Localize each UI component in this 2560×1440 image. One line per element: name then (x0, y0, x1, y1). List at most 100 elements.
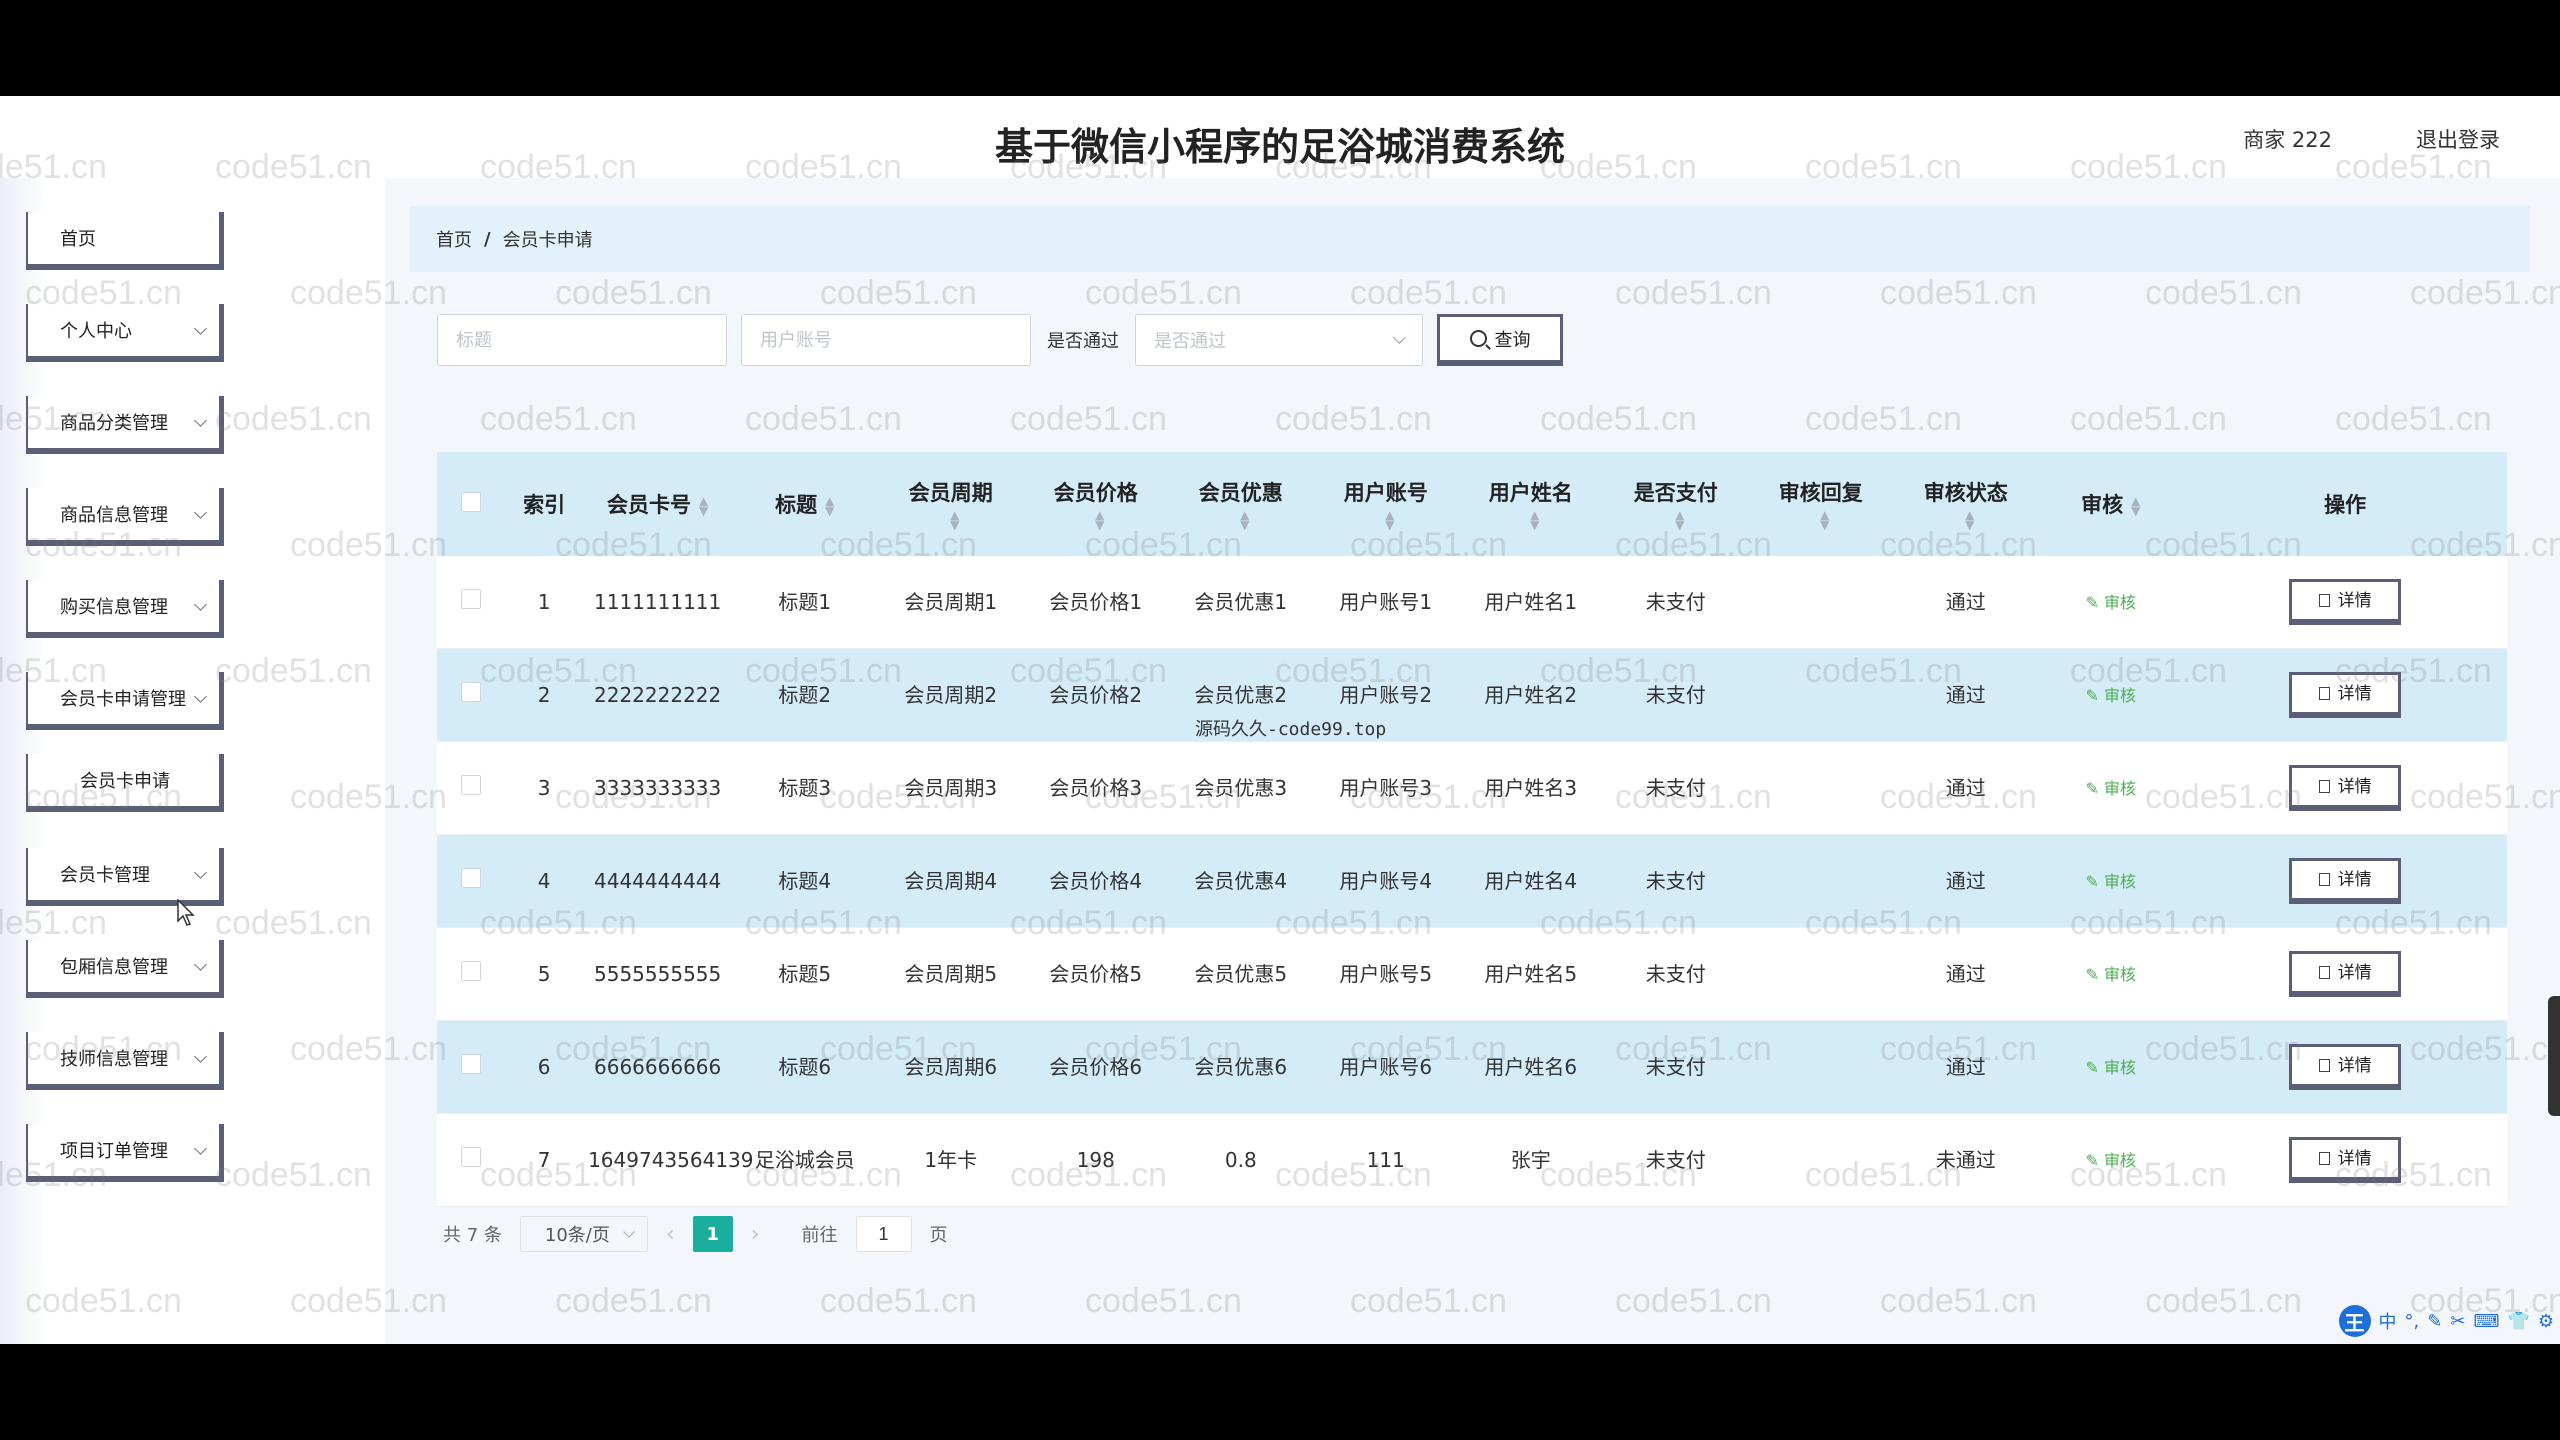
col-account[interactable]: 用户账号 ▲ ▼ (1313, 452, 1459, 556)
row-account: 用户账号3 (1313, 741, 1459, 835)
sidebar-item-label: 购买信息管理 (60, 597, 168, 618)
sidebar-item-label: 商品信息管理 (60, 505, 168, 526)
row-period: 会员周期1 (878, 556, 1024, 649)
page-size-select[interactable]: 10条/页 (519, 1216, 648, 1252)
scissors-icon[interactable]: ✂ (2450, 1311, 2465, 1332)
chevron-down-icon (194, 506, 207, 519)
row-reply (1748, 1113, 1894, 1207)
search-bar: 是否通过 是否通过 查询 (437, 312, 1563, 368)
audit-link[interactable]: ✎ 审核 (2086, 1151, 2137, 1170)
sidebar-item-home[interactable]: 首页 (26, 212, 224, 270)
sort-icon[interactable]: ▲ ▼ (1240, 509, 1249, 531)
row-checkbox[interactable] (460, 1054, 481, 1074)
row-title: 标题2 (731, 648, 879, 742)
detail-button[interactable]: 详情 (2289, 951, 2402, 997)
shirt-icon[interactable]: 👕 (2507, 1311, 2529, 1332)
pen-icon[interactable]: ✎ (2427, 1311, 2442, 1332)
row-index: 1 (504, 556, 585, 649)
main-content: 首页 / 会员卡申请 是否通过 是否通过 查询 (385, 178, 2560, 1344)
col-period[interactable]: 会员周期 ▲ ▼ (878, 452, 1024, 556)
detail-button[interactable]: 详情 (2289, 672, 2402, 718)
col-title[interactable]: 标题 ▲ ▼ (731, 452, 879, 556)
sidebar-item-card-apply[interactable]: 会员卡申请 (26, 754, 224, 812)
col-audit[interactable]: 审核 ▲ ▼ (2038, 452, 2184, 556)
col-name[interactable]: 用户姓名 ▲ ▼ (1458, 452, 1604, 556)
current-user: 商家 222 (2243, 128, 2332, 152)
sort-icon[interactable]: ▲ ▼ (699, 495, 708, 517)
select-all-checkbox[interactable] (460, 491, 481, 512)
col-price[interactable]: 会员价格 ▲ ▼ (1023, 452, 1169, 556)
sidebar-item-technician[interactable]: 技师信息管理 (26, 1032, 224, 1090)
row-actions-cell: 详情 (2183, 927, 2507, 1021)
sort-icon[interactable]: ▲ ▼ (950, 509, 959, 531)
audit-link[interactable]: ✎ 审核 (2086, 779, 2137, 798)
audit-link[interactable]: ✎ 审核 (2086, 1058, 2137, 1077)
sidebar-item-category[interactable]: 商品分类管理 (26, 396, 224, 454)
audit-link[interactable]: ✎ 审核 (2086, 686, 2137, 705)
sidebar-item-room[interactable]: 包厢信息管理 (26, 940, 224, 998)
sidebar-item-label: 会员卡管理 (60, 865, 150, 886)
col-status[interactable]: 审核状态 ▲ ▼ (1893, 452, 2039, 556)
page-number-current[interactable]: 1 (692, 1216, 733, 1252)
sidebar-item-orders[interactable]: 项目订单管理 (26, 1124, 224, 1182)
goto-page-input[interactable] (855, 1216, 912, 1252)
detail-button[interactable]: 详情 (2289, 579, 2402, 625)
col-discount[interactable]: 会员优惠 ▲ ▼ (1168, 452, 1314, 556)
detail-label: 详情 (2337, 1055, 2372, 1076)
sidebar-item-purchase[interactable]: 购买信息管理 (26, 580, 224, 638)
sort-icon[interactable]: ▲ ▼ (1675, 509, 1684, 531)
ime-mode[interactable]: 中 (2379, 1308, 2397, 1334)
col-paid[interactable]: 是否支付 ▲ ▼ (1603, 452, 1749, 556)
row-checkbox[interactable] (460, 775, 481, 795)
row-checkbox[interactable] (460, 961, 481, 981)
row-account: 用户账号6 (1313, 1020, 1459, 1114)
sort-icon[interactable]: ▲ ▼ (1530, 509, 1539, 531)
sort-icon[interactable]: ▲ ▼ (1820, 509, 1829, 531)
sort-icon[interactable]: ▲ ▼ (1965, 509, 1974, 531)
sort-icon[interactable]: ▲ ▼ (2131, 495, 2140, 517)
next-page-icon[interactable]: › (751, 1222, 760, 1247)
row-price: 会员价格4 (1023, 834, 1169, 928)
audit-link[interactable]: ✎ 审核 (2086, 593, 2137, 612)
sidebar-item-label: 会员卡申请管理 (60, 689, 186, 710)
pass-filter-select[interactable]: 是否通过 (1135, 314, 1423, 366)
row-audit-cell: ✎ 审核 (2038, 834, 2184, 928)
logout-link[interactable]: 退出登录 (2416, 124, 2500, 154)
sort-icon[interactable]: ▲ ▼ (1385, 509, 1394, 531)
detail-button[interactable]: 详情 (2289, 1044, 2402, 1090)
breadcrumb-home[interactable]: 首页 (436, 226, 472, 252)
row-price: 会员价格6 (1023, 1020, 1169, 1114)
sidebar-item-label: 包厢信息管理 (60, 957, 168, 978)
detail-button[interactable]: 详情 (2289, 1137, 2402, 1183)
sort-icon[interactable]: ▲ ▼ (825, 495, 834, 517)
row-checkbox[interactable] (460, 868, 481, 888)
audit-link[interactable]: ✎ 审核 (2086, 872, 2137, 891)
row-checkbox[interactable] (460, 682, 481, 702)
detail-button[interactable]: 详情 (2289, 858, 2402, 904)
sidebar-item-card-mgmt[interactable]: 会员卡管理 (26, 848, 224, 906)
prev-page-icon[interactable]: ‹ (666, 1222, 675, 1247)
sidebar-item-card-apply-mgmt[interactable]: 会员卡申请管理 (26, 672, 224, 730)
sidebar-item-goods[interactable]: 商品信息管理 (26, 488, 224, 546)
row-checkbox[interactable] (460, 589, 481, 609)
col-card[interactable]: 会员卡号 ▲ ▼ (584, 452, 732, 556)
account-search-input[interactable] (741, 314, 1031, 366)
query-button[interactable]: 查询 (1437, 314, 1563, 366)
title-search-input[interactable] (437, 314, 727, 366)
detail-button[interactable]: 详情 (2289, 765, 2402, 811)
col-reply[interactable]: 审核回复 ▲ ▼ (1748, 452, 1894, 556)
row-period: 会员周期2 (878, 648, 1024, 742)
ime-toolbar[interactable]: 王 中 °, ✎ ✂ ⌨ 👕 ⚙ (2338, 1304, 2554, 1338)
row-checkbox[interactable] (460, 1147, 481, 1167)
keyboard-icon[interactable]: ⌨ (2473, 1311, 2499, 1332)
col-label: 审核状态 (1923, 481, 2008, 505)
punctuation-icon[interactable]: °, (2405, 1311, 2420, 1332)
chevron-down-icon (194, 598, 207, 611)
scrollbar-handle[interactable] (2548, 996, 2560, 1116)
audit-link[interactable]: ✎ 审核 (2086, 965, 2137, 984)
sort-icon[interactable]: ▲ ▼ (1095, 509, 1104, 531)
sidebar-item-profile[interactable]: 个人中心 (26, 304, 224, 362)
table-row: 7 1649743564139 足浴城会员 1年卡 198 0.8 111 张宇 未支付 未通过 ✎… (437, 1113, 2507, 1207)
gear-icon[interactable]: ⚙ (2538, 1311, 2554, 1332)
table-row: 4 4444444444 标题4 会员周期4 会员价格4 会员优惠4 用户账号4 用户姓名4 未… (437, 834, 2507, 928)
